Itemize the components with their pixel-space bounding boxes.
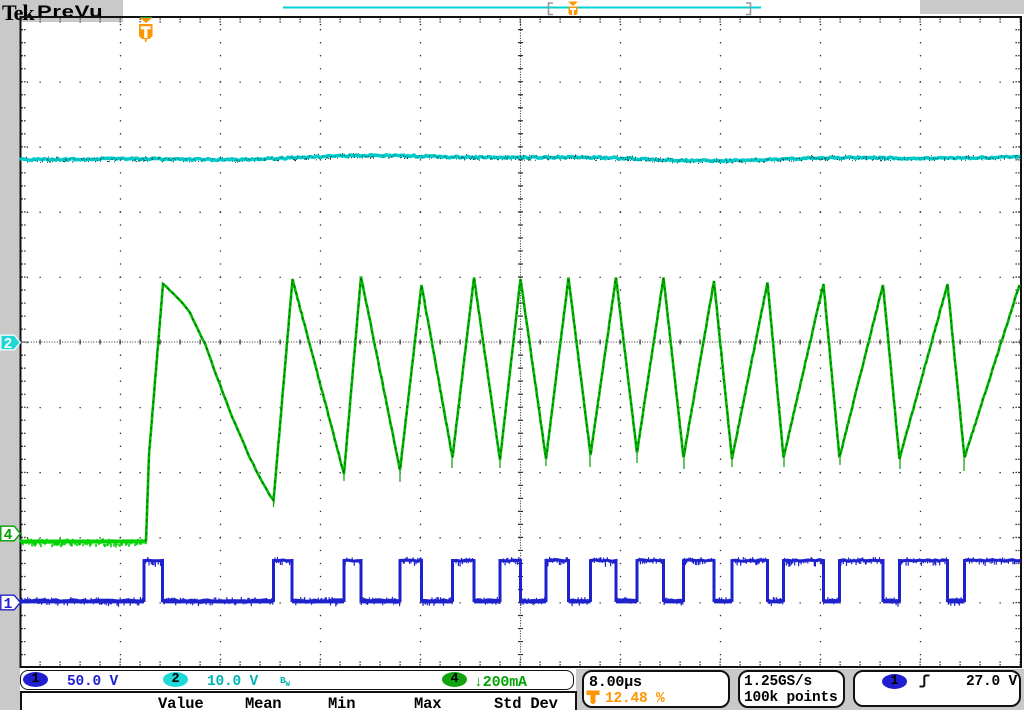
svg-text:1: 1 [4, 597, 13, 613]
svg-text:2: 2 [4, 337, 13, 353]
svg-text:4: 4 [4, 528, 13, 544]
